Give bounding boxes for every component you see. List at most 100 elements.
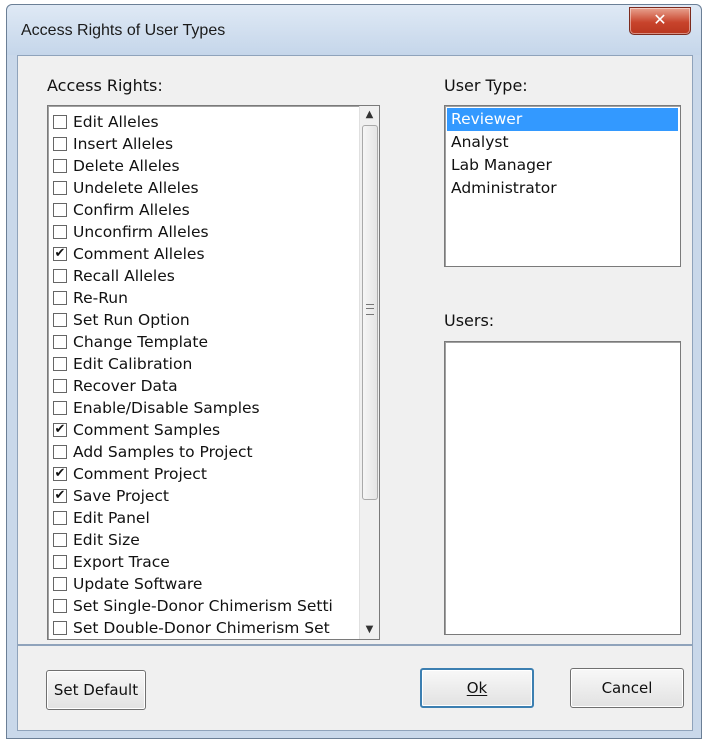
access-right-label: Comment Samples bbox=[73, 421, 221, 439]
checkbox[interactable] bbox=[53, 445, 67, 459]
user-type-item[interactable]: Analyst bbox=[447, 131, 678, 154]
checkbox-checked[interactable]: ✔ bbox=[53, 489, 67, 503]
access-right-row[interactable]: ✔ Comment Alleles bbox=[53, 243, 353, 265]
access-right-label: Change Template bbox=[73, 333, 208, 351]
access-right-label: Save Project bbox=[73, 487, 170, 505]
access-right-row[interactable]: Edit Alleles bbox=[53, 111, 353, 133]
checkbox[interactable] bbox=[53, 203, 67, 217]
checkbox[interactable] bbox=[53, 313, 67, 327]
access-right-row[interactable]: Set Run Option bbox=[53, 309, 353, 331]
user-type-item[interactable]: Lab Manager bbox=[447, 154, 678, 177]
user-type-item[interactable]: Administrator bbox=[447, 177, 678, 200]
checkbox[interactable] bbox=[53, 335, 67, 349]
checkbox[interactable] bbox=[53, 401, 67, 415]
users-label: Users: bbox=[444, 311, 495, 330]
checkbox[interactable] bbox=[53, 181, 67, 195]
checkbox[interactable] bbox=[53, 225, 67, 239]
user-type-list[interactable]: Reviewer Analyst Lab Manager Administrator bbox=[444, 105, 681, 267]
user-type-items: Reviewer Analyst Lab Manager Administrator bbox=[447, 108, 678, 200]
checkbox-checked[interactable]: ✔ bbox=[53, 247, 67, 261]
access-right-row[interactable]: Re-Run bbox=[53, 287, 353, 309]
dialog-window: Access Rights of User Types ✕ Access Rig… bbox=[6, 4, 702, 739]
access-right-label: Comment Alleles bbox=[73, 245, 205, 263]
checkbox[interactable] bbox=[53, 379, 67, 393]
dialog-body: Access Rights: Edit Alleles Insert Allele… bbox=[17, 55, 693, 645]
users-list[interactable] bbox=[444, 341, 681, 635]
checkbox[interactable] bbox=[53, 533, 67, 547]
checkbox[interactable] bbox=[53, 137, 67, 151]
checkbox[interactable] bbox=[53, 159, 67, 173]
scroll-down-arrow-icon[interactable]: ▼ bbox=[360, 621, 379, 639]
user-type-item[interactable]: Reviewer bbox=[447, 108, 678, 131]
access-right-label: Enable/Disable Samples bbox=[73, 399, 260, 417]
access-right-row[interactable]: ✔ Comment Samples bbox=[53, 419, 353, 441]
access-right-label: Edit Calibration bbox=[73, 355, 193, 373]
access-right-label: Recall Alleles bbox=[73, 267, 175, 285]
user-type-label: User Type: bbox=[444, 76, 528, 95]
access-right-label: Edit Panel bbox=[73, 509, 150, 527]
close-icon: ✕ bbox=[653, 10, 667, 29]
access-right-label: Add Samples to Project bbox=[73, 443, 253, 461]
access-right-row[interactable]: Edit Size bbox=[53, 529, 353, 551]
access-rights-label: Access Rights: bbox=[47, 76, 163, 95]
access-right-label: Set Double-Donor Chimerism Set bbox=[73, 619, 330, 637]
access-right-row[interactable]: Set Single-Donor Chimerism Setti bbox=[53, 595, 353, 617]
access-right-label: Set Single-Donor Chimerism Setti bbox=[73, 597, 333, 615]
access-right-row[interactable]: ✔ Save Project bbox=[53, 485, 353, 507]
button-bar: Set Default Ok Cancel bbox=[17, 645, 693, 731]
checkbox[interactable] bbox=[53, 511, 67, 525]
access-right-row[interactable]: Confirm Alleles bbox=[53, 199, 353, 221]
access-right-row[interactable]: Insert Alleles bbox=[53, 133, 353, 155]
access-right-row[interactable]: Delete Alleles bbox=[53, 155, 353, 177]
access-rights-list[interactable]: Edit Alleles Insert Alleles Delete Alleles… bbox=[47, 105, 380, 640]
checkbox[interactable] bbox=[53, 269, 67, 283]
access-right-row[interactable]: Export Trace bbox=[53, 551, 353, 573]
access-right-row[interactable]: Edit Calibration bbox=[53, 353, 353, 375]
access-right-row[interactable]: Set Double-Donor Chimerism Set bbox=[53, 617, 353, 639]
checkbox-checked[interactable]: ✔ bbox=[53, 467, 67, 481]
checkbox[interactable] bbox=[53, 621, 67, 635]
access-right-label: Recover Data bbox=[73, 377, 178, 395]
checkbox[interactable] bbox=[53, 599, 67, 613]
access-right-row[interactable]: ✔ Comment Project bbox=[53, 463, 353, 485]
access-right-label: Export Trace bbox=[73, 553, 170, 571]
ok-button[interactable]: Ok bbox=[420, 668, 534, 708]
access-right-row[interactable]: Add Samples to Project bbox=[53, 441, 353, 463]
access-rights-items: Edit Alleles Insert Alleles Delete Alleles… bbox=[53, 111, 353, 639]
checkbox[interactable] bbox=[53, 357, 67, 371]
close-button[interactable]: ✕ bbox=[629, 7, 691, 35]
access-right-row[interactable]: Edit Panel bbox=[53, 507, 353, 529]
access-right-label: Edit Size bbox=[73, 531, 140, 549]
checkbox[interactable] bbox=[53, 115, 67, 129]
scroll-up-arrow-icon[interactable]: ▲ bbox=[360, 106, 379, 124]
access-right-row[interactable]: Recall Alleles bbox=[53, 265, 353, 287]
title-bar[interactable]: Access Rights of User Types ✕ bbox=[7, 5, 701, 55]
checkbox[interactable] bbox=[53, 555, 67, 569]
access-right-label: Confirm Alleles bbox=[73, 201, 190, 219]
access-right-row[interactable]: Change Template bbox=[53, 331, 353, 353]
cancel-button[interactable]: Cancel bbox=[570, 668, 684, 708]
access-right-label: Unconfirm Alleles bbox=[73, 223, 209, 241]
access-right-label: Re-Run bbox=[73, 289, 128, 307]
access-right-label: Undelete Alleles bbox=[73, 179, 199, 197]
access-right-label: Edit Alleles bbox=[73, 113, 159, 131]
access-right-label: Delete Alleles bbox=[73, 157, 180, 175]
window-title: Access Rights of User Types bbox=[21, 22, 226, 39]
scroll-thumb[interactable] bbox=[362, 125, 378, 500]
access-right-label: Comment Project bbox=[73, 465, 207, 483]
access-right-row[interactable]: Update Software bbox=[53, 573, 353, 595]
checkbox[interactable] bbox=[53, 291, 67, 305]
grip-icon bbox=[366, 304, 374, 315]
access-right-row[interactable]: Undelete Alleles bbox=[53, 177, 353, 199]
checkbox-checked[interactable]: ✔ bbox=[53, 423, 67, 437]
access-right-row[interactable]: Enable/Disable Samples bbox=[53, 397, 353, 419]
cancel-label: Cancel bbox=[601, 679, 653, 697]
set-default-button[interactable]: Set Default bbox=[46, 670, 146, 710]
access-right-label: Update Software bbox=[73, 575, 203, 593]
set-default-label: Set Default bbox=[53, 681, 139, 699]
access-right-row[interactable]: Recover Data bbox=[53, 375, 353, 397]
checkbox[interactable] bbox=[53, 577, 67, 591]
access-right-row[interactable]: Unconfirm Alleles bbox=[53, 221, 353, 243]
access-right-label: Set Run Option bbox=[73, 311, 190, 329]
access-rights-scrollbar[interactable]: ▲ ▼ bbox=[359, 106, 379, 639]
